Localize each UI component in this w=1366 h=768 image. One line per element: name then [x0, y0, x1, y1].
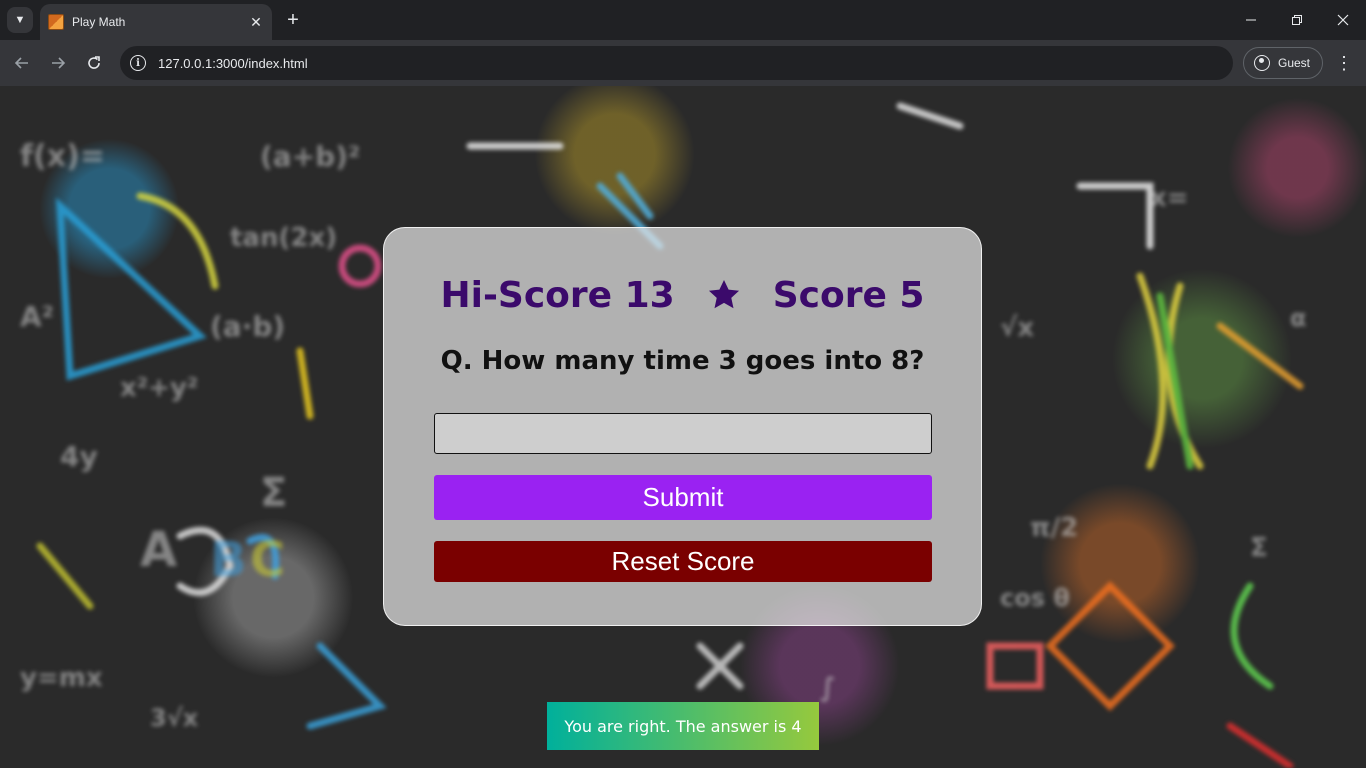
hi-score: Hi-Score 13	[440, 274, 675, 316]
browser-menu-button[interactable]: ⋮	[1330, 49, 1358, 77]
reload-icon	[88, 56, 100, 69]
svg-text:cos θ: cos θ	[1000, 584, 1070, 612]
svg-text:3√x: 3√x	[150, 704, 199, 732]
minimize-button[interactable]	[1228, 4, 1274, 36]
back-button[interactable]	[8, 49, 36, 77]
person-icon	[1254, 55, 1270, 71]
chevron-down-icon: ▼	[14, 14, 26, 26]
score-row: Hi-Score 13 Score 5	[384, 270, 981, 320]
svg-text:Σ: Σ	[1250, 533, 1268, 563]
page-viewport: f(x)= (a+b)² tan(2x) A² (a·b) x²+y² 4y A…	[0, 86, 1366, 768]
browser-toolbar: i 127.0.0.1:3000/index.html Guest ⋮	[0, 40, 1366, 86]
tab-title: Play Math	[72, 15, 126, 29]
game-card: Hi-Score 13 Score 5 Q. How many time 3 g…	[383, 227, 982, 626]
browser-tab-active[interactable]: Play Math ✕	[40, 4, 272, 40]
svg-text:π/2: π/2	[1030, 513, 1078, 543]
restore-icon	[1292, 15, 1302, 25]
svg-text:f(x)=: f(x)=	[20, 139, 105, 174]
svg-text:C: C	[250, 532, 285, 588]
kebab-menu-icon: ⋮	[1335, 52, 1353, 73]
close-icon	[1337, 14, 1349, 26]
tab-search-button[interactable]: ▼	[7, 7, 33, 33]
svg-text:Σ: Σ	[260, 470, 287, 516]
toast-message: You are right. The answer is 4	[564, 716, 802, 736]
star-icon	[708, 279, 739, 309]
svg-text:x=: x=	[1150, 183, 1189, 213]
profile-button[interactable]: Guest	[1243, 47, 1323, 79]
plus-icon: +	[287, 8, 299, 31]
svg-text:∫: ∫	[820, 673, 836, 703]
browser-tab-bar: ▼ Play Math ✕ +	[0, 0, 1366, 40]
svg-text:(a·b): (a·b)	[210, 310, 285, 343]
answer-input[interactable]	[434, 413, 932, 454]
arrow-left-icon	[14, 57, 28, 69]
arrow-right-icon	[52, 57, 66, 69]
close-window-button[interactable]	[1320, 4, 1366, 36]
svg-text:α: α	[1290, 304, 1307, 332]
svg-text:B: B	[210, 532, 247, 588]
svg-text:tan(2x): tan(2x)	[230, 223, 337, 253]
minimize-icon	[1246, 19, 1256, 21]
question-text: Q. How many time 3 goes into 8?	[440, 346, 925, 376]
new-tab-button[interactable]: +	[282, 9, 304, 31]
svg-text:y=mx: y=mx	[20, 663, 103, 693]
svg-text:(a+b)²: (a+b)²	[260, 140, 360, 173]
forward-button[interactable]	[44, 49, 72, 77]
info-icon[interactable]: i	[130, 55, 146, 71]
close-tab-button[interactable]: ✕	[246, 12, 266, 32]
svg-text:√x: √x	[1000, 313, 1034, 343]
svg-text:A: A	[140, 522, 177, 578]
svg-text:4y: 4y	[60, 440, 98, 473]
reload-button[interactable]	[80, 49, 108, 77]
profile-label: Guest	[1278, 56, 1311, 70]
svg-text:x²+y²: x²+y²	[120, 373, 198, 403]
reset-score-button[interactable]: Reset Score	[434, 541, 932, 582]
url-text[interactable]: 127.0.0.1:3000/index.html	[158, 56, 308, 71]
abacus-icon	[48, 14, 64, 30]
submit-button[interactable]: Submit	[434, 475, 932, 520]
current-score: Score 5	[772, 274, 925, 316]
restore-button[interactable]	[1274, 4, 1320, 36]
feedback-toast: You are right. The answer is 4	[547, 702, 819, 750]
svg-text:A²: A²	[20, 300, 54, 333]
address-bar[interactable]: i 127.0.0.1:3000/index.html	[120, 46, 1233, 80]
